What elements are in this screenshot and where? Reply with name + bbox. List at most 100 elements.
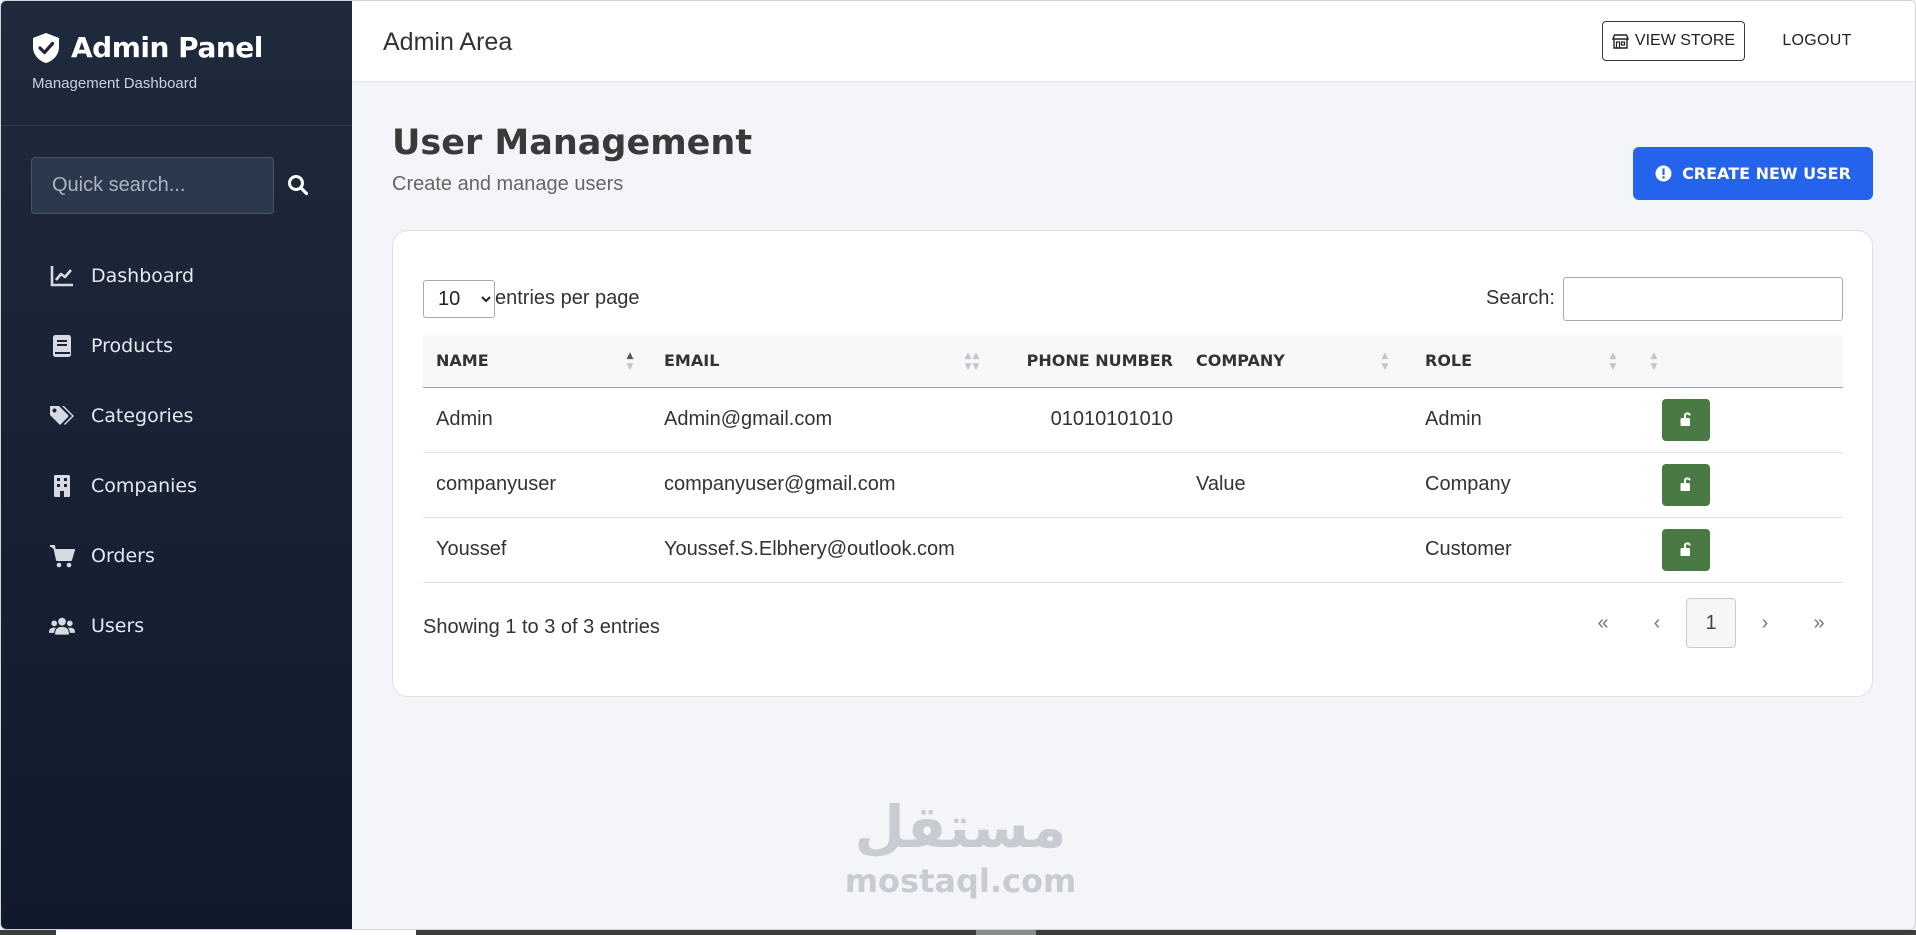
- sidebar-item-orders[interactable]: Orders: [1, 521, 352, 591]
- cell-company: Value: [1183, 452, 1412, 518]
- shield-check-icon: [33, 32, 59, 63]
- table-info: Showing 1 to 3 of 3 entries: [423, 616, 660, 638]
- cell-phone: 01010101010: [983, 387, 1183, 453]
- column-header-actions[interactable]: ▲ ▼: [1649, 335, 1843, 388]
- column-header-label: ROLE: [1425, 351, 1473, 371]
- pagination: « ‹ 1 › »: [1578, 598, 1844, 648]
- table-row: Youssef Youssef.S.Elbhery@outlook.com Cu…: [423, 517, 1843, 583]
- taskbar-segment: [56, 930, 416, 935]
- unlock-user-button[interactable]: [1662, 463, 1710, 506]
- logout-button[interactable]: LOGOUT: [1772, 21, 1862, 61]
- table-row: Admin Admin@gmail.com 01010101010 Admin: [423, 387, 1843, 453]
- cell-email: companyuser@gmail.com: [651, 452, 983, 518]
- sidebar-item-companies[interactable]: Companies: [1, 451, 352, 521]
- watermark-logo: مستقل mostaql.com: [843, 791, 1078, 921]
- column-header-role[interactable]: ROLE ▲ ▼: [1412, 335, 1649, 388]
- app-window: Admin Panel Management Dashboard Dashboa…: [0, 0, 1916, 930]
- unlock-icon: [1680, 412, 1691, 426]
- sidebar-item-label: Orders: [91, 545, 155, 567]
- cell-phone: [983, 452, 1183, 518]
- table-search-label: Search:: [1486, 287, 1555, 309]
- unlock-icon: [1680, 477, 1691, 491]
- topbar-title: Admin Area: [383, 28, 513, 56]
- sort-asc-icon: ▲ ▼: [626, 351, 634, 372]
- taskbar-segment: [976, 930, 1036, 935]
- building-icon: [49, 473, 75, 499]
- cell-role: Admin: [1412, 387, 1649, 453]
- cell-role: Company: [1412, 452, 1649, 518]
- view-store-label: VIEW STORE: [1634, 32, 1736, 49]
- quick-search-input[interactable]: [32, 158, 273, 213]
- column-header-phone[interactable]: ▲ ▼ PHONE NUMBER: [973, 335, 1183, 388]
- sidebar-item-label: Products: [91, 335, 174, 357]
- cell-email: Youssef.S.Elbhery@outlook.com: [651, 517, 983, 583]
- table-header-row: NAME ▲ ▼ EMAIL ▲ ▼ ▲ ▼ PHONE NUMBER COMPANY…: [423, 335, 1843, 388]
- table-search-input[interactable]: [1563, 277, 1843, 321]
- cell-actions: [1649, 387, 1843, 453]
- view-store-button[interactable]: VIEW STORE: [1602, 21, 1745, 61]
- pagination-page-1[interactable]: 1: [1686, 598, 1736, 648]
- column-header-label: NAME: [436, 351, 489, 371]
- sidebar-item-categories[interactable]: Categories: [1, 381, 352, 451]
- create-new-user-label: CREATE NEW USER: [1682, 164, 1851, 183]
- pagination-last[interactable]: »: [1794, 598, 1844, 648]
- cell-name: Admin: [423, 387, 651, 453]
- store-icon: [1611, 33, 1629, 49]
- watermark-arabic: مستقل: [854, 793, 1067, 861]
- entries-per-page-select[interactable]: 10: [423, 280, 495, 318]
- taskbar-strip: [0, 930, 1916, 935]
- column-header-name[interactable]: NAME ▲ ▼: [423, 335, 651, 388]
- sidebar-item-label: Categories: [91, 405, 194, 427]
- book-icon: [49, 333, 75, 359]
- unlock-user-button[interactable]: [1662, 398, 1710, 441]
- sidebar-item-products[interactable]: Products: [1, 311, 352, 381]
- create-new-user-button[interactable]: CREATE NEW USER: [1633, 147, 1873, 200]
- cell-actions: [1649, 517, 1843, 583]
- chart-line-icon: [49, 263, 75, 289]
- quick-search-box: [31, 157, 274, 214]
- info-circle-icon: [1655, 165, 1672, 182]
- watermark-latin: mostaql.com: [844, 862, 1077, 900]
- sidebar-nav: Dashboard Products Categories Companies: [1, 241, 352, 661]
- topbar: Admin Area VIEW STORE LOGOUT: [352, 1, 1915, 82]
- unlock-icon: [1680, 542, 1691, 556]
- users-icon: [49, 613, 75, 639]
- sidebar-item-dashboard[interactable]: Dashboard: [1, 241, 352, 311]
- pagination-first[interactable]: «: [1578, 598, 1628, 648]
- brand-subtitle: Management Dashboard: [32, 75, 198, 92]
- page-subtitle: Create and manage users: [392, 173, 624, 195]
- cell-name: companyuser: [423, 452, 651, 518]
- cell-company: [1183, 387, 1412, 453]
- users-table-card: 10 entries per page Search: NAME ▲ ▼ EMAI…: [392, 230, 1873, 697]
- cell-name: Youssef: [423, 517, 651, 583]
- sidebar: Admin Panel Management Dashboard Dashboa…: [1, 1, 352, 929]
- sidebar-item-label: Dashboard: [91, 265, 195, 287]
- column-header-label: COMPANY: [1196, 351, 1285, 371]
- users-table: NAME ▲ ▼ EMAIL ▲ ▼ ▲ ▼ PHONE NUMBER COMPANY…: [423, 335, 1843, 583]
- cell-role: Customer: [1412, 517, 1649, 583]
- column-header-email[interactable]: EMAIL ▲ ▼: [651, 335, 983, 388]
- cell-actions: [1649, 452, 1843, 518]
- cell-company: [1183, 517, 1412, 583]
- pagination-next[interactable]: ›: [1740, 598, 1790, 648]
- sidebar-item-label: Companies: [91, 475, 198, 497]
- sort-icon: ▲ ▼: [1609, 351, 1617, 372]
- cart-icon: [49, 543, 75, 569]
- brand: Admin Panel: [31, 31, 263, 64]
- sidebar-item-users[interactable]: Users: [1, 591, 352, 661]
- sidebar-item-label: Users: [91, 615, 145, 637]
- column-header-label: PHONE NUMBER: [1026, 351, 1173, 371]
- sort-icon: ▲ ▼: [1650, 351, 1658, 372]
- column-header-company[interactable]: COMPANY ▲ ▼: [1183, 335, 1412, 388]
- quick-search-button[interactable]: [284, 171, 312, 199]
- cell-email: Admin@gmail.com: [651, 387, 983, 453]
- column-header-label: EMAIL: [664, 351, 720, 371]
- page-title: User Management: [392, 123, 753, 163]
- unlock-user-button[interactable]: [1662, 528, 1710, 571]
- sidebar-divider: [1, 125, 352, 126]
- tags-icon: [49, 403, 75, 429]
- entries-per-page-label: entries per page: [495, 287, 640, 309]
- search-icon: [288, 175, 309, 196]
- pagination-prev[interactable]: ‹: [1632, 598, 1682, 648]
- cell-phone: [983, 517, 1183, 583]
